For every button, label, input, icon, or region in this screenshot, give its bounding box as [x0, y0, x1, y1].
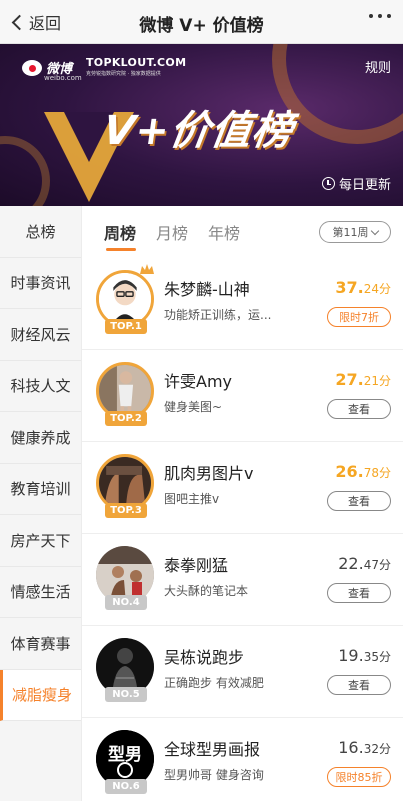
- top-nav-bar: 返回 微博 V+ 价值榜: [0, 0, 403, 44]
- rank-badge: TOP.1: [105, 319, 147, 334]
- list-item[interactable]: NO.5 吴栋说跑步 正确跑步 有效减肥 19.35分 查看: [82, 626, 403, 718]
- weibo-domain: weibo.com: [44, 74, 82, 82]
- account-description: 正确跑步 有效减肥: [164, 676, 264, 690]
- category-sidebar: 总榜 时事资讯 财经风云 科技人文 健康养成 教育培训 房产天下 情感生活 体育…: [0, 206, 82, 801]
- avatar[interactable]: TOP.3: [96, 454, 154, 518]
- view-button[interactable]: 查看: [327, 491, 391, 511]
- sidebar-item-overall[interactable]: 总榜: [0, 206, 81, 258]
- week-selector[interactable]: 第11周: [319, 221, 391, 243]
- sidebar-item-sports[interactable]: 体育赛事: [0, 618, 81, 670]
- rules-link[interactable]: 规则: [365, 57, 391, 76]
- more-dot-icon: [378, 14, 382, 18]
- chevron-down-icon: [370, 226, 379, 235]
- more-options-button[interactable]: [369, 14, 391, 18]
- sidebar-item-health[interactable]: 健康养成: [0, 412, 81, 464]
- topklout-logo: TOPKLOUT.COM: [86, 56, 187, 69]
- account-description: 功能矫正训练，运...: [164, 308, 272, 322]
- account-name: 泰拳刚猛: [164, 556, 229, 575]
- more-dot-icon: [387, 14, 391, 18]
- decorative-ring: [0, 136, 50, 206]
- account-name: 全球型男画报: [164, 740, 261, 759]
- daily-update-label: 每日更新: [321, 174, 391, 193]
- account-description: 图吧主推v: [164, 492, 220, 506]
- sidebar-item-tech[interactable]: 科技人文: [0, 361, 81, 412]
- account-description: 健身美图~: [164, 400, 223, 414]
- crown-icon: [140, 264, 154, 274]
- avatar[interactable]: NO.5: [96, 638, 154, 702]
- header-banner: 微博 weibo.com TOPKLOUT.COM 克劳锐指数研究院 · 独家数…: [0, 44, 403, 206]
- list-item[interactable]: 型男 NO.6 全球型男画报 型男帅哥 健身咨询 16.32分 限时85折: [82, 718, 403, 801]
- daily-update-text: 每日更新: [338, 178, 391, 193]
- score-value: 27.21分: [335, 370, 391, 389]
- sidebar-item-fitness[interactable]: 减脂瘦身: [0, 669, 81, 721]
- list-item[interactable]: TOP.1 朱梦麟-山神 功能矫正训练，运... 37.24分 限时7折: [82, 258, 403, 350]
- sidebar-item-realestate[interactable]: 房产天下: [0, 515, 81, 567]
- tab-weekly[interactable]: 周榜: [104, 220, 136, 244]
- score-value: 19.35分: [338, 646, 391, 665]
- list-item[interactable]: TOP.3 肌肉男图片v 图吧主推v 26.78分 查看: [82, 442, 403, 534]
- view-button[interactable]: 查看: [327, 399, 391, 419]
- account-name: 朱梦麟-山神: [164, 280, 250, 299]
- discount-button[interactable]: 限时7折: [327, 307, 391, 327]
- week-selector-value: 第11周: [332, 226, 369, 239]
- account-description: 型男帅哥 健身咨询: [164, 768, 264, 782]
- account-name: 许雯Amy: [164, 372, 233, 391]
- score-value: 26.78分: [335, 462, 391, 481]
- rank-badge: NO.5: [105, 687, 147, 702]
- discount-button[interactable]: 限时85折: [327, 767, 391, 787]
- avatar[interactable]: 型男 NO.6: [96, 730, 154, 794]
- page-title: 微博 V+ 价值榜: [139, 16, 264, 36]
- tab-yearly[interactable]: 年榜: [208, 220, 240, 244]
- sidebar-item-emotion[interactable]: 情感生活: [0, 567, 81, 618]
- rank-badge: TOP.2: [105, 411, 147, 426]
- sidebar-item-news[interactable]: 时事资讯: [0, 258, 81, 309]
- avatar[interactable]: TOP.2: [96, 362, 154, 426]
- rank-badge: NO.4: [105, 595, 147, 610]
- avatar[interactable]: TOP.1: [96, 264, 154, 334]
- period-tabs: 周榜 月榜 年榜 第11周: [82, 206, 403, 256]
- score-value: 22.47分: [338, 554, 391, 573]
- account-description: 大头酥的笔记本: [164, 584, 249, 598]
- account-name: 肌肉男图片v: [164, 464, 254, 483]
- view-button[interactable]: 查看: [327, 583, 391, 603]
- sidebar-item-finance[interactable]: 财经风云: [0, 309, 81, 361]
- svg-text:型男: 型男: [108, 744, 142, 765]
- ranking-list: TOP.1 朱梦麟-山神 功能矫正训练，运... 37.24分 限时7折 TOP…: [82, 258, 403, 801]
- active-tab-indicator: [106, 248, 136, 251]
- view-button[interactable]: 查看: [327, 675, 391, 695]
- tab-monthly[interactable]: 月榜: [156, 220, 188, 244]
- account-name: 吴栋说跑步: [164, 648, 245, 667]
- rank-badge: TOP.3: [105, 503, 147, 518]
- list-item[interactable]: NO.4 泰拳刚猛 大头酥的笔记本 22.47分 查看: [82, 534, 403, 626]
- topklout-tagline: 克劳锐指数研究院 · 独家数据提供: [86, 71, 161, 77]
- list-item[interactable]: TOP.2 许雯Amy 健身美图~ 27.21分 查看: [82, 350, 403, 442]
- avatar[interactable]: NO.4: [96, 546, 154, 610]
- clock-icon: [321, 177, 335, 190]
- sidebar-item-education[interactable]: 教育培训: [0, 464, 81, 515]
- rank-badge: NO.6: [105, 779, 147, 794]
- banner-title: V+价值榜: [100, 108, 297, 154]
- weibo-eye-icon: [22, 59, 42, 76]
- more-dot-icon: [369, 14, 373, 18]
- score-value: 16.32分: [338, 738, 391, 757]
- score-value: 37.24分: [335, 278, 391, 297]
